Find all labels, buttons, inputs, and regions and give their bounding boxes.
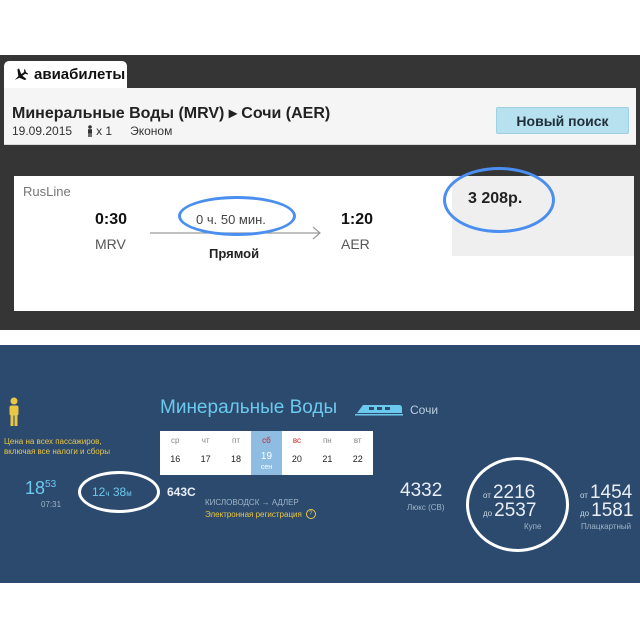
kupe-highlight-circle: [466, 457, 569, 552]
flight-price[interactable]: 3 208р.: [468, 190, 522, 208]
person-icon: [9, 397, 19, 426]
calendar-day[interactable]: чт 17: [190, 431, 220, 475]
route-title: Минеральные Воды (MRV) ▸ Сочи (AER): [12, 105, 331, 122]
calendar-day-selected[interactable]: сб 19 сен: [251, 431, 282, 475]
passenger-icon: [88, 125, 93, 137]
arrival-time: 1:20: [341, 211, 374, 228]
airplane-icon: [14, 67, 28, 80]
search-meta: 19.09.2015 x 1 Эконом: [12, 124, 172, 138]
search-date: 19.09.2015: [12, 124, 73, 138]
duration-highlight-circle: [78, 471, 160, 513]
route-arrow-icon: [150, 226, 321, 240]
train-icon: [355, 405, 403, 416]
calendar-day[interactable]: вс 20: [282, 431, 312, 475]
passenger-count-value: x 1: [96, 124, 113, 138]
trains-panel: Цена на всех пассажиров, включая все нал…: [0, 345, 640, 583]
stops-label: Прямой: [209, 246, 260, 261]
flight-result-card[interactable]: RusLine 0:30 MRV 0 ч. 50 мин. Прямой 1:2…: [14, 176, 634, 311]
tab-avia[interactable]: авиабилеты: [4, 61, 127, 88]
arrival-airport-code: AER: [341, 236, 370, 252]
e-registration-label: Электронная регистрация?: [205, 509, 316, 519]
calendar-day[interactable]: пн 21: [312, 431, 342, 475]
airline-name: RusLine: [23, 184, 71, 199]
lux-label: Люкс (СВ): [407, 503, 445, 512]
fare-note: Цена на всех пассажиров, включая все нал…: [4, 437, 110, 456]
price-column: [452, 176, 634, 256]
calendar-day[interactable]: вт 22: [343, 431, 373, 475]
tab-label: авиабилеты: [34, 66, 126, 83]
train-departure-time: 1853: [25, 478, 57, 498]
new-search-button[interactable]: Новый поиск: [496, 107, 629, 134]
passenger-count: x 1: [86, 124, 112, 138]
cabin-class: Эконом: [130, 124, 173, 138]
platzkart-label: Плацкартный: [581, 522, 632, 531]
train-arrival-time: 07:31: [41, 500, 62, 509]
platzkart-price-to[interactable]: до 1581: [580, 500, 633, 522]
origin-city: Минеральные Воды: [160, 397, 338, 418]
flight-duration: 0 ч. 50 мин.: [196, 212, 266, 227]
calendar-day[interactable]: ср 16: [160, 431, 190, 475]
departure-time: 0:30: [95, 211, 128, 228]
help-icon[interactable]: ?: [305, 509, 316, 519]
search-header: Минеральные Воды (MRV) ▸ Сочи (AER) 19.0…: [4, 88, 636, 145]
train-number[interactable]: 643С: [167, 485, 196, 499]
train-route: КИСЛОВОДСК → АДЛЕР: [205, 498, 299, 507]
destination-city: Сочи: [410, 403, 439, 417]
date-picker[interactable]: ср 16 чт 17 пт 18 сб 19 сен вс 20 пн 21 вт 22: [160, 431, 373, 475]
lux-price[interactable]: 4332: [400, 480, 442, 502]
departure-airport-code: MRV: [95, 236, 126, 252]
calendar-day[interactable]: пт 18: [221, 431, 251, 475]
